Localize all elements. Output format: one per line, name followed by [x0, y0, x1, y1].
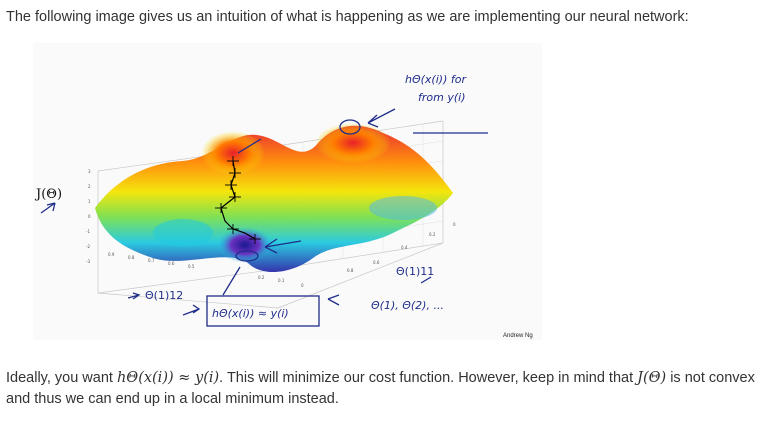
annotation-theta12: Θ(1)12 — [145, 289, 183, 302]
svg-text:0.8: 0.8 — [347, 268, 354, 273]
outro-math-approx: hΘ(x(i)) ≈ y(i) — [116, 370, 220, 386]
outro-paragraph: Ideally, you want hΘ(x(i)) ≈ y(i). This … — [6, 368, 762, 410]
outro-math-cost: J(Θ) — [637, 370, 667, 386]
outro-text-2: . This will minimize our cost function. … — [219, 370, 638, 386]
svg-text:0.4: 0.4 — [401, 245, 408, 250]
svg-text:0.6: 0.6 — [373, 260, 380, 265]
svg-text:-2: -2 — [86, 244, 90, 249]
annotation-top-right-1: hΘ(x(i)) for — [405, 73, 467, 86]
svg-text:0.9: 0.9 — [108, 252, 115, 257]
j-theta-label: J(Θ) — [34, 187, 62, 202]
svg-text:0.8: 0.8 — [128, 255, 135, 260]
svg-text:-1: -1 — [86, 229, 90, 234]
cost-surface-figure: 3 2 1 0 -1 -2 -3 0.9 0.8 0.7 0.6 0.5 0.2 0.1 0 0.… — [33, 43, 542, 340]
svg-text:0.7: 0.7 — [148, 258, 155, 263]
cost-surface-illustration: 3 2 1 0 -1 -2 -3 0.9 0.8 0.7 0.6 0.5 0.2 0.1 0 0.… — [34, 73, 488, 327]
annotation-theta-list: Θ(1), Θ(2), ... — [371, 299, 444, 312]
z-axis-ticks: 3 2 1 0 -1 -2 -3 — [86, 169, 91, 264]
svg-text:0: 0 — [453, 222, 456, 227]
outro-text-1: Ideally, you want — [6, 370, 117, 386]
svg-text:2: 2 — [88, 184, 91, 189]
svg-text:0: 0 — [301, 283, 304, 288]
svg-text:0.2: 0.2 — [429, 232, 436, 237]
figure-credit: Andrew Ng — [503, 333, 533, 339]
svg-text:0.1: 0.1 — [278, 278, 285, 283]
intro-paragraph: The following image gives us an intuitio… — [6, 9, 689, 25]
annotation-approx: hΘ(x(i)) ≈ y(i) — [212, 307, 289, 320]
annotation-theta11: Θ(1)11 — [396, 265, 434, 278]
svg-text:-3: -3 — [86, 259, 90, 264]
svg-text:3: 3 — [88, 169, 91, 174]
svg-text:0.2: 0.2 — [258, 275, 265, 280]
svg-text:1: 1 — [88, 199, 91, 204]
svg-text:0: 0 — [88, 214, 91, 219]
svg-text:0.5: 0.5 — [188, 264, 195, 269]
annotation-top-right-2: from y(i) — [418, 91, 466, 104]
svg-text:0.6: 0.6 — [168, 261, 175, 266]
